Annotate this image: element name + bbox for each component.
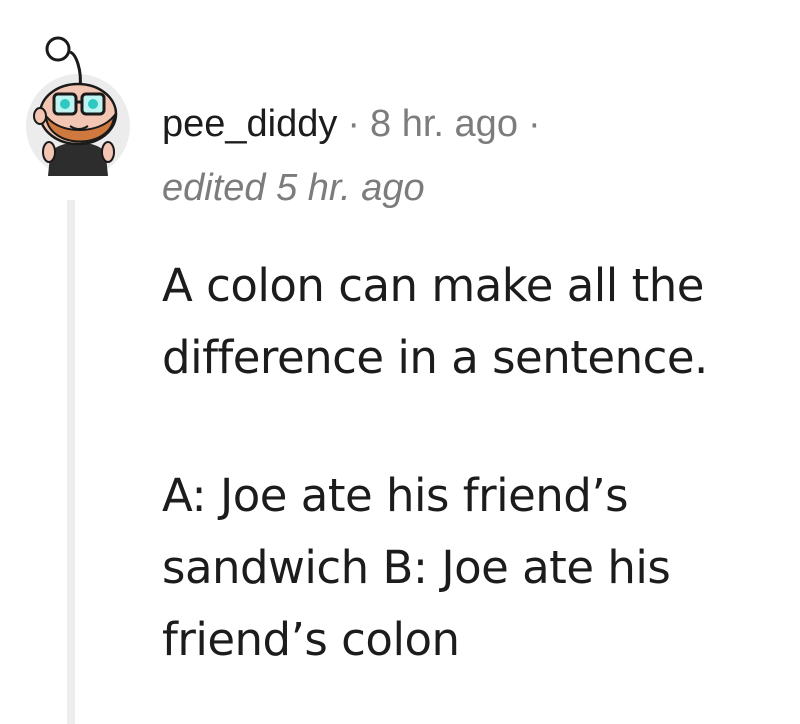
comment: pee_diddy · 8 hr. ago · edited 5 hr. ago A … [0,0,800,724]
posted-time[interactable]: 8 hr. ago [370,103,518,145]
meta-separator: · [347,103,361,145]
comment-meta: pee_diddy · 8 hr. ago · [162,94,551,154]
meta-separator-trailing: · [527,103,541,145]
comment-paragraph: A: Joe ate his friend’s sandwich B: Joe … [162,469,671,666]
snoo-avatar-icon [26,36,130,178]
edited-label: edited 5 hr. ago [162,167,425,209]
comment-paragraph: A colon can make all the difference in a… [162,259,708,384]
author-username[interactable]: pee_diddy [162,103,337,145]
avatar[interactable] [22,30,134,178]
thread-collapse-line[interactable] [67,200,75,724]
